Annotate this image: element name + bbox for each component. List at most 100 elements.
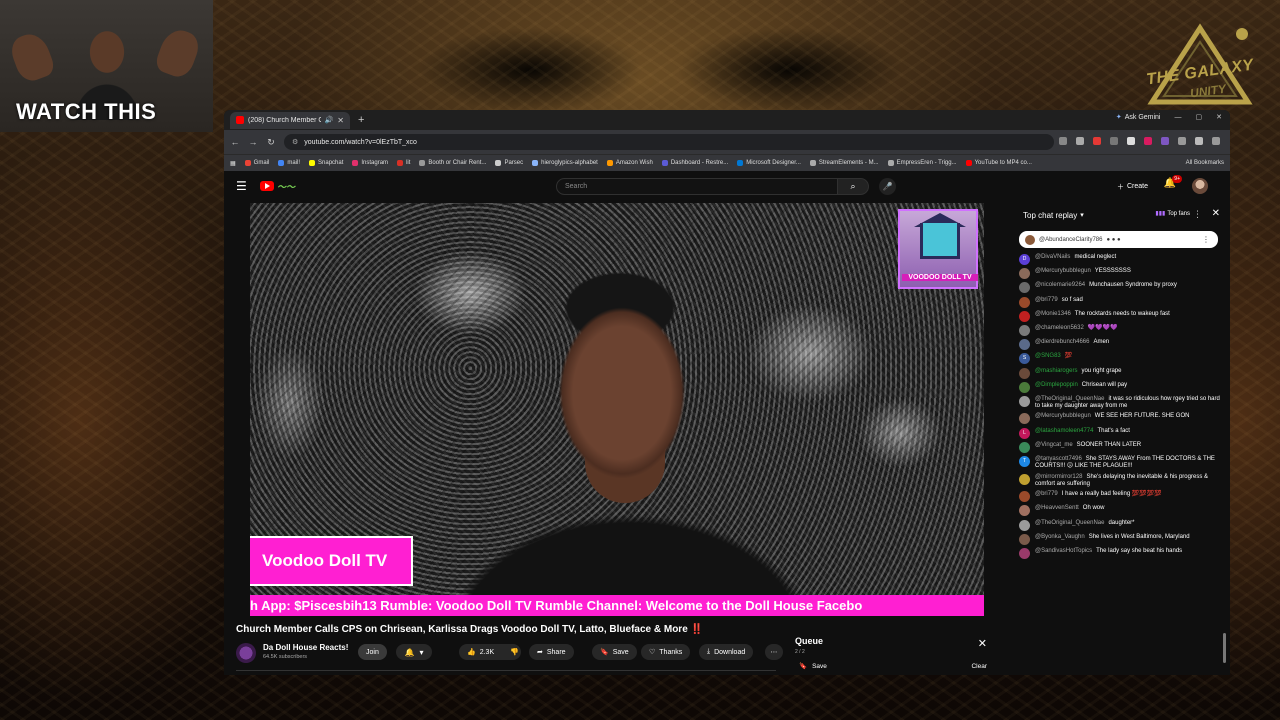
chat-message[interactable]: @mirrormirror128 She's delaying the inevi… [1019, 473, 1220, 488]
forward-icon[interactable]: → [248, 137, 258, 147]
chat-username[interactable]: @Mercurybubblegun [1035, 268, 1091, 274]
queue-save-button[interactable]: 🔖 Save [799, 662, 827, 671]
video-player[interactable]: VOODOO DOLL TV Voodoo Doll TV h App: $Pi… [250, 203, 984, 616]
channel-avatar[interactable] [236, 643, 256, 663]
extension-white-icon[interactable] [1127, 137, 1135, 145]
chat-username[interactable]: @TheOriginal_QueenNae [1035, 520, 1104, 526]
all-bookmarks-button[interactable]: All Bookmarks [1186, 160, 1224, 166]
channel-name[interactable]: Da Doll House Reacts! [263, 643, 348, 652]
profile-icon[interactable] [1195, 137, 1203, 145]
extensions-puzzle-icon[interactable] [1178, 137, 1186, 145]
chat-username[interactable]: @latashamoleen4774 [1035, 428, 1093, 434]
chat-message[interactable]: @HeavvenSentt Oh wow [1019, 505, 1220, 517]
download-button[interactable]: ⤓ Download [699, 644, 754, 660]
chat-message[interactable]: @TheOriginal_QueenNae daughter* [1019, 519, 1220, 531]
extension-purple-icon[interactable] [1161, 137, 1169, 145]
chat-message[interactable]: @Mercurybubblegun YESSSSSSS [1019, 268, 1220, 280]
bookmark-item[interactable]: hieroglypics-alphabet [532, 160, 598, 166]
bookmark-item[interactable]: mail! [278, 160, 300, 166]
dislike-icon[interactable]: 👎 [510, 648, 519, 656]
chat-message[interactable]: @Vingcat_me SOONER THAN LATER [1019, 441, 1220, 453]
share-button[interactable]: ➦ Share [529, 644, 574, 660]
chat-message[interactable]: @mashiarogers you right grape [1019, 367, 1220, 379]
bookmark-item[interactable]: Amazon Wish [606, 160, 653, 166]
bookmark-item[interactable]: Microsoft Designer... [737, 160, 801, 166]
save-button[interactable]: 🔖 Save [592, 644, 637, 660]
account-avatar[interactable] [1192, 178, 1208, 194]
chat-message[interactable]: T @tanyascott7496 She STAYS AWAY From THE … [1019, 456, 1220, 470]
bookmark-item[interactable]: Dashboard - Restre... [661, 160, 728, 166]
chat-message[interactable]: @TheOriginal_QueenNae it was so ridiculou… [1019, 395, 1220, 410]
join-button[interactable]: Join [358, 644, 387, 660]
chat-message[interactable]: @dierdrebunch4666 Amen [1019, 339, 1220, 351]
extension-pink-icon[interactable] [1144, 137, 1152, 145]
apps-grid-icon[interactable]: ▦ [230, 160, 236, 167]
chat-message[interactable]: @chameleon5632 💜💜💜💜 [1019, 324, 1220, 336]
bookmark-item[interactable]: Parsec [495, 160, 523, 166]
chat-message[interactable]: S @SNG83 💯 [1019, 353, 1220, 365]
bookmark-item[interactable]: StreamElements - M... [809, 160, 879, 166]
chat-message[interactable]: @Byonka_Vaughn She lives in West Baltimor… [1019, 533, 1220, 545]
pinned-top-fan[interactable]: @AbundanceClarity786 ● ● ● ⋮ [1019, 231, 1218, 248]
back-icon[interactable]: ← [230, 137, 240, 147]
queue-clear-button[interactable]: Clear [971, 663, 987, 670]
chat-username[interactable]: @Vingcat_me [1035, 442, 1073, 448]
voice-search-button[interactable]: 🎤 [879, 178, 896, 195]
chat-username[interactable]: @tanyascott7496 [1035, 456, 1082, 462]
chat-close-icon[interactable]: ✕ [1212, 208, 1220, 219]
chat-message[interactable]: @bri779 I have a really bad feeling 💯💯💯💯 [1019, 491, 1220, 503]
subscribe-bell-button[interactable]: 🔔 ▾ [396, 644, 432, 660]
maximize-icon[interactable]: ▢ [1196, 113, 1203, 121]
chat-menu-icon[interactable]: ⋮ [1193, 209, 1202, 220]
chat-username[interactable]: @bri779 [1035, 297, 1058, 303]
chat-username[interactable]: @TheOriginal_QueenNae [1035, 396, 1104, 402]
more-actions-button[interactable]: ⋯ [765, 644, 783, 660]
bookmark-item[interactable]: Snapchat [309, 160, 343, 166]
bookmark-star-icon[interactable] [1076, 137, 1084, 145]
hamburger-menu-icon[interactable]: ☰ [236, 179, 252, 193]
ask-gemini-button[interactable]: ✦ Ask Gemini [1116, 113, 1161, 122]
url-bar[interactable]: ⚙ youtube.com/watch?v=0lEzTbT_xco [284, 134, 1054, 150]
chat-mode-selector[interactable]: Top chat replay [1023, 211, 1077, 220]
bookmark-item[interactable]: Instagram [352, 160, 388, 166]
chat-username[interactable]: @mashiarogers [1035, 368, 1077, 374]
chat-username[interactable]: @chameleon5632 [1035, 325, 1084, 331]
pinned-menu-icon[interactable]: ⋮ [1202, 235, 1210, 244]
top-fans-button[interactable]: ▮▮▮ Top fans [1155, 210, 1190, 218]
chat-username[interactable]: @Mercurybubblegun [1035, 413, 1091, 419]
bookmark-item[interactable]: YouTube to MP4 co... [965, 160, 1032, 166]
create-button[interactable]: ＋ Create [1111, 179, 1154, 194]
chat-message[interactable]: @nicolemarie9264 Munchausen Syndrome by p… [1019, 282, 1220, 294]
queue-close-icon[interactable]: ✕ [978, 637, 987, 650]
chat-username[interactable]: @Byonka_Vaughn [1035, 534, 1085, 540]
chat-username[interactable]: @HeavvenSentt [1035, 505, 1079, 511]
chat-username[interactable]: @SNG83 [1035, 353, 1061, 359]
youtube-logo[interactable]: 〜〜 [260, 180, 295, 193]
chat-message[interactable]: L @latashamoleen4774 That's a fact [1019, 427, 1220, 439]
search-input[interactable]: Search [556, 178, 838, 195]
minimize-icon[interactable]: — [1175, 114, 1182, 121]
chat-message[interactable]: @Mercurybubblegun WE SEE HER FUTURE. SHE … [1019, 413, 1220, 425]
chat-username[interactable]: @bri779 [1035, 491, 1058, 497]
chat-message[interactable]: @Monie1346 The rocktards needs to wakeup … [1019, 310, 1220, 322]
bookmark-item[interactable]: Booth or Chair Rent... [419, 160, 486, 166]
search-button[interactable]: ⌕ [837, 178, 869, 195]
extension-red-icon[interactable] [1093, 137, 1101, 145]
chat-scrollbar[interactable] [1222, 233, 1226, 673]
new-tab-button[interactable]: + [358, 114, 364, 126]
chat-username[interactable]: @SandivasHotTopics [1035, 548, 1092, 554]
like-count[interactable]: 2.3K [480, 649, 494, 656]
bookmark-item[interactable]: EmpressEren - Trigg... [887, 160, 957, 166]
chat-username[interactable]: @Monie1346 [1035, 311, 1071, 317]
site-info-icon[interactable]: ⚙ [292, 138, 298, 146]
bookmark-item[interactable]: lit [397, 160, 410, 166]
chat-username[interactable]: @mirrormirror128 [1035, 474, 1082, 480]
thanks-button[interactable]: ♡ Thanks [641, 644, 691, 660]
chat-username[interactable]: @Dimplepoppin [1035, 382, 1078, 388]
chat-username[interactable]: @nicolemarie9264 [1035, 282, 1085, 288]
chat-message[interactable]: @SandivasHotTopics The lady say she beat … [1019, 547, 1220, 559]
tab-close-icon[interactable]: ✕ [337, 116, 344, 125]
like-icon[interactable]: 👍 [467, 648, 476, 656]
chat-username[interactable]: @DivaVNails [1035, 254, 1070, 260]
chevron-down-icon[interactable]: ▾ [1080, 211, 1084, 219]
